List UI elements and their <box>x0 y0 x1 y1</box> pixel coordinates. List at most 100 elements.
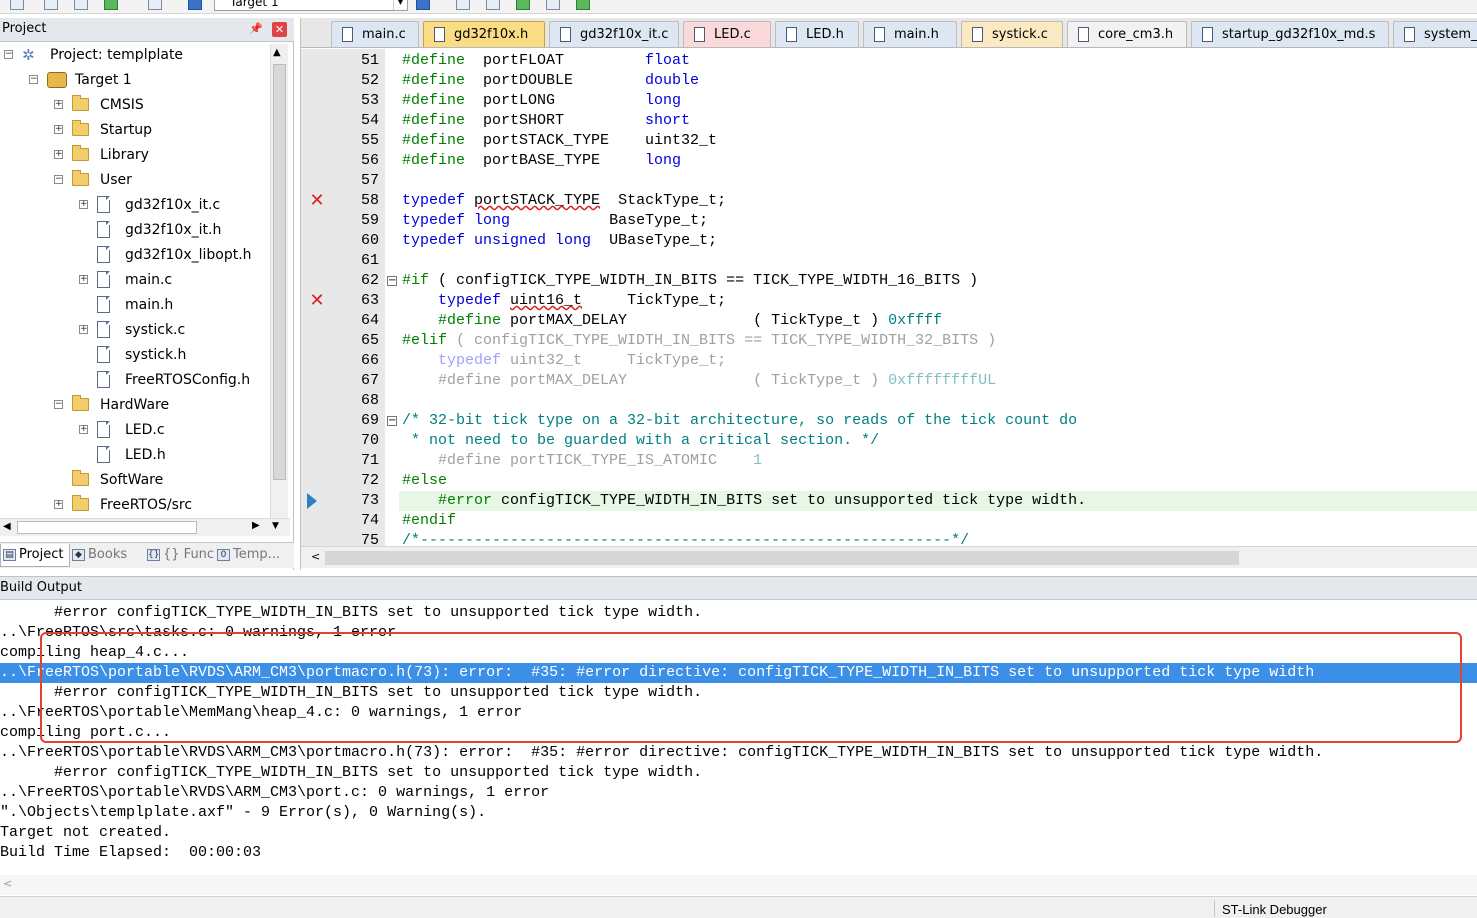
code-line[interactable]: typedef uint32_t TickType_t; <box>399 351 1477 371</box>
code-line[interactable]: #endif <box>399 511 1477 531</box>
build-output-line[interactable]: ..\FreeRTOS\portable\RVDS\ARM_CM3\portma… <box>0 743 1477 763</box>
options-icon[interactable] <box>416 0 430 10</box>
tree-item[interactable]: + FreeRTOS/src <box>0 494 270 516</box>
panel-tab-books[interactable]: ◆ Books <box>70 544 144 567</box>
tree-item[interactable]: + Startup <box>0 119 270 141</box>
tree-item[interactable]: main.h <box>0 294 270 316</box>
code-line[interactable]: #define portSHORT short <box>399 111 1477 131</box>
pin-icon[interactable]: 📌 <box>249 22 263 36</box>
project-tree-vertical-scrollbar[interactable]: ▲ <box>270 44 288 536</box>
tree-item[interactable]: − User <box>0 169 270 191</box>
scroll-left-icon[interactable]: < <box>3 877 12 890</box>
code-line[interactable] <box>399 171 1477 191</box>
scroll-right-icon[interactable]: ▶ <box>252 520 260 531</box>
expand-icon[interactable]: + <box>79 425 88 434</box>
collapse-icon[interactable]: − <box>29 75 38 84</box>
code-line[interactable]: #define portDOUBLE double <box>399 71 1477 91</box>
build-output-line[interactable]: ..\FreeRTOS\src\tasks.c: 0 warnings, 1 e… <box>0 623 1477 643</box>
build-output-line[interactable]: Build Time Elapsed: 00:00:03 <box>0 843 1477 863</box>
build-output-horizontal-scrollbar[interactable]: < <box>0 875 1477 895</box>
download-icon[interactable] <box>148 0 162 10</box>
tree-item[interactable]: LED.h <box>0 444 270 466</box>
settings-icon[interactable] <box>546 0 560 10</box>
code-line[interactable]: #error configTICK_TYPE_WIDTH_IN_BITS set… <box>399 491 1477 511</box>
code-line[interactable]: #define portTICK_TYPE_IS_ATOMIC 1 <box>399 451 1477 471</box>
error-marker-icon[interactable]: ✕ <box>309 292 325 310</box>
build-output-line[interactable]: #error configTICK_TYPE_WIDTH_IN_BITS set… <box>0 683 1477 703</box>
code-line[interactable]: #if ( configTICK_TYPE_WIDTH_IN_BITS == T… <box>399 271 1477 291</box>
build-output-line[interactable]: #error configTICK_TYPE_WIDTH_IN_BITS set… <box>0 603 1477 623</box>
tree-item[interactable]: SoftWare <box>0 469 270 491</box>
code-line[interactable]: typedef long BaseType_t; <box>399 211 1477 231</box>
code-line[interactable]: #define portMAX_DELAY ( TickType_t ) 0xf… <box>399 371 1477 391</box>
scrollbar-thumb[interactable] <box>325 551 1239 565</box>
scroll-up-icon[interactable]: ▲ <box>273 47 281 58</box>
scrollbar-thumb[interactable] <box>17 521 197 534</box>
code-line[interactable]: #define portBASE_TYPE long <box>399 151 1477 171</box>
expand-icon[interactable]: + <box>54 500 63 509</box>
fold-toggle-icon[interactable]: − <box>387 276 397 286</box>
load-icon[interactable] <box>188 0 202 10</box>
expand-icon[interactable]: + <box>54 100 63 109</box>
collapse-icon[interactable]: − <box>4 50 13 59</box>
build-icon[interactable] <box>10 0 24 10</box>
tree-item[interactable]: + CMSIS <box>0 94 270 116</box>
code-line[interactable]: #define portFLOAT float <box>399 51 1477 71</box>
collapse-icon[interactable]: − <box>54 175 63 184</box>
code-line[interactable]: #define portMAX_DELAY ( TickType_t ) 0xf… <box>399 311 1477 331</box>
editor-tab[interactable]: gd32f10x.h <box>423 21 545 47</box>
editor-tab[interactable]: gd32f10x_it.c <box>549 21 679 47</box>
panel-tab-project[interactable]: ▤ Project <box>0 544 70 567</box>
build-output-text[interactable]: #error configTICK_TYPE_WIDTH_IN_BITS set… <box>0 603 1477 875</box>
tree-item[interactable]: gd32f10x_it.h <box>0 219 270 241</box>
tree-item[interactable]: + systick.c <box>0 319 270 341</box>
panel-tab-functions[interactable]: {}{} Func... <box>145 544 215 567</box>
build-output-line[interactable]: ..\FreeRTOS\portable\MemMang\heap_4.c: 0… <box>0 703 1477 723</box>
code-line[interactable] <box>399 391 1477 411</box>
tree-item[interactable]: FreeRTOSConfig.h <box>0 369 270 391</box>
code-line[interactable]: /* 32-bit tick type on a 32-bit architec… <box>399 411 1477 431</box>
tree-item[interactable]: − Target 1 <box>0 69 270 91</box>
editor-tab[interactable]: startup_gd32f10x_md.s <box>1191 21 1389 47</box>
code-line[interactable]: #define portSTACK_TYPE uint32_t <box>399 131 1477 151</box>
editor-tab[interactable]: LED.c <box>683 21 771 47</box>
project-tree-horizontal-scrollbar[interactable]: ◀ ▶ ▼ <box>0 518 290 536</box>
editor-horizontal-scrollbar[interactable]: < <box>301 546 1477 568</box>
code-line[interactable]: #elif ( configTICK_TYPE_WIDTH_IN_BITS ==… <box>399 331 1477 351</box>
collapse-icon[interactable]: − <box>54 400 63 409</box>
code-line[interactable]: /*--------------------------------------… <box>399 531 1477 546</box>
tree-item[interactable]: + gd32f10x_it.c <box>0 194 270 216</box>
scroll-left-icon[interactable]: < <box>311 550 320 563</box>
close-icon[interactable]: ✕ <box>272 22 287 37</box>
debug-icon[interactable] <box>516 0 530 10</box>
editor-tab[interactable]: system_ <box>1393 21 1477 47</box>
scrollbar-thumb[interactable] <box>273 64 286 480</box>
expand-icon[interactable]: + <box>54 125 63 134</box>
tree-item[interactable]: − HardWare <box>0 394 270 416</box>
code-line[interactable]: typedef uint16_t TickType_t; <box>399 291 1477 311</box>
target-select[interactable]: Target 1 ▼ <box>214 0 408 11</box>
editor-tab[interactable]: systick.c <box>961 21 1063 47</box>
build-output-line[interactable]: compiling port.c... <box>0 723 1477 743</box>
code-area[interactable]: #define portFLOAT float #define portDOUBL… <box>399 49 1477 546</box>
tree-item[interactable]: − ✲ Project: templplate <box>0 44 270 66</box>
build-output-line[interactable]: #error configTICK_TYPE_WIDTH_IN_BITS set… <box>0 763 1477 783</box>
code-line[interactable]: * not need to be guarded with a critical… <box>399 431 1477 451</box>
expand-icon[interactable]: + <box>79 325 88 334</box>
tree-item[interactable]: + main.c <box>0 269 270 291</box>
manage-icon[interactable] <box>456 0 470 10</box>
tree-item[interactable]: systick.h <box>0 344 270 366</box>
tree-item[interactable]: gd32f10x_libopt.h <box>0 244 270 266</box>
expand-icon[interactable]: + <box>79 275 88 284</box>
panel-tab-templates[interactable]: 0 Temp... <box>215 544 287 567</box>
code-line[interactable]: #else <box>399 471 1477 491</box>
build-output-line[interactable]: compiling heap_4.c... <box>0 643 1477 663</box>
pack-icon[interactable] <box>486 0 500 10</box>
editor-tab[interactable]: core_cm3.h <box>1067 21 1187 47</box>
code-line[interactable]: typedef portSTACK_TYPE StackType_t; <box>399 191 1477 211</box>
expand-icon[interactable]: + <box>79 200 88 209</box>
build-output-line[interactable]: ..\FreeRTOS\portable\RVDS\ARM_CM3\portma… <box>0 663 1477 683</box>
rebuild-icon[interactable] <box>44 0 58 10</box>
run-icon[interactable] <box>576 0 590 10</box>
editor-tab[interactable]: main.c <box>331 21 419 47</box>
